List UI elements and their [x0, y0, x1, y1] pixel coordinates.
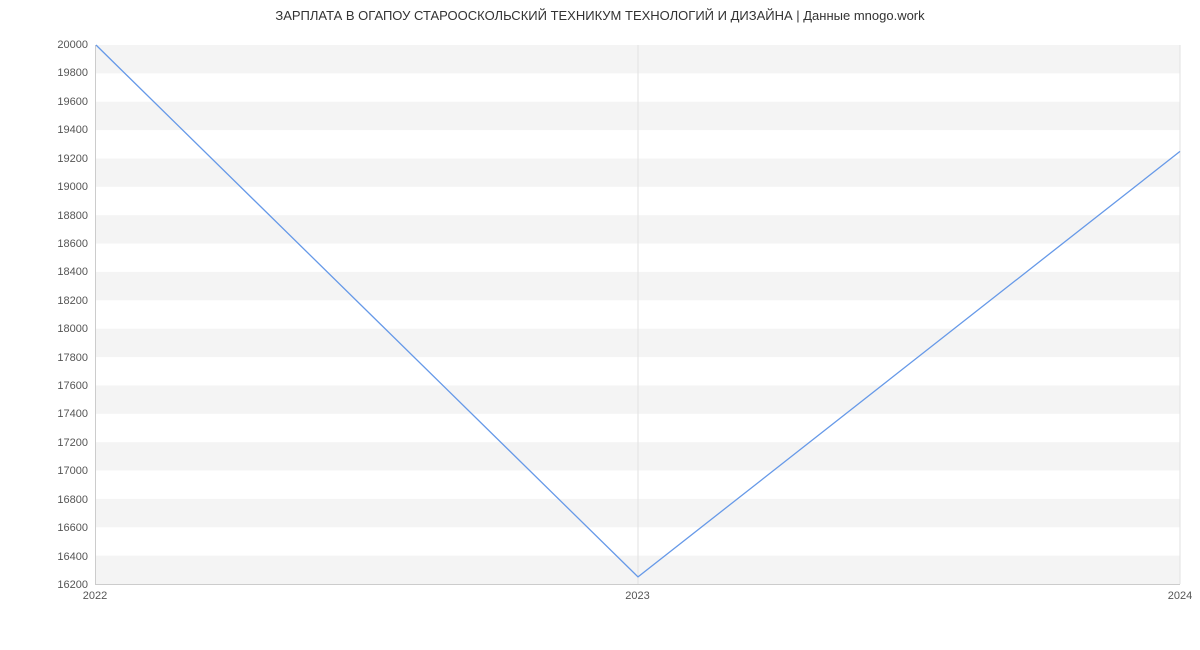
y-tick-label: 19400 — [8, 124, 88, 136]
y-tick-label: 17600 — [8, 380, 88, 392]
y-tick-label: 16200 — [8, 579, 88, 591]
y-tick-label: 17200 — [8, 437, 88, 449]
chart-container: ЗАРПЛАТА В ОГАПОУ СТАРООСКОЛЬСКИЙ ТЕХНИК… — [0, 0, 1200, 650]
plot-area — [95, 45, 1180, 585]
y-tick-label: 20000 — [8, 39, 88, 51]
y-tick-label: 18000 — [8, 323, 88, 335]
y-tick-label: 16800 — [8, 494, 88, 506]
y-tick-label: 18600 — [8, 238, 88, 250]
y-tick-label: 18800 — [8, 210, 88, 222]
y-tick-label: 16400 — [8, 551, 88, 563]
y-tick-label: 16600 — [8, 522, 88, 534]
chart-svg — [96, 45, 1180, 584]
x-tick-label: 2022 — [83, 590, 107, 602]
y-tick-label: 19200 — [8, 153, 88, 165]
y-tick-label: 17000 — [8, 465, 88, 477]
y-tick-label: 19600 — [8, 96, 88, 108]
y-tick-label: 17400 — [8, 408, 88, 420]
x-tick-label: 2023 — [625, 590, 649, 602]
y-tick-label: 18400 — [8, 266, 88, 278]
x-tick-label: 2024 — [1168, 590, 1192, 602]
y-tick-label: 18200 — [8, 295, 88, 307]
y-tick-label: 19000 — [8, 181, 88, 193]
y-tick-label: 19800 — [8, 67, 88, 79]
chart-title: ЗАРПЛАТА В ОГАПОУ СТАРООСКОЛЬСКИЙ ТЕХНИК… — [0, 8, 1200, 23]
y-tick-label: 17800 — [8, 352, 88, 364]
